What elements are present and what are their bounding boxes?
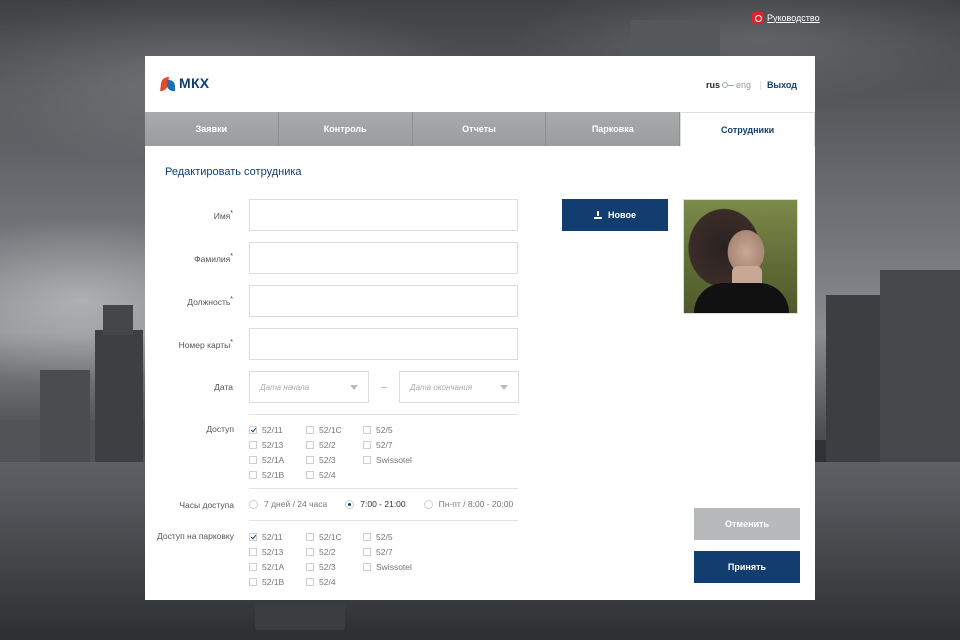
parking-checkbox[interactable]: 52/7 xyxy=(363,547,423,557)
language-switch[interactable]: rus eng xyxy=(706,80,751,90)
lang-rus[interactable]: rus xyxy=(706,80,720,90)
toggle-icon[interactable] xyxy=(721,82,734,88)
parking-checkbox[interactable]: 52/2 xyxy=(306,547,363,557)
guide-link[interactable]: Руководство xyxy=(752,12,820,23)
hours-radio-group: 7 дней / 24 часа 7:00 - 21:00 Пн-пт / 8:… xyxy=(249,499,513,509)
accept-button[interactable]: Принять xyxy=(694,551,800,583)
field-label: Должность* xyxy=(187,295,233,307)
hours-label: Часы доступа xyxy=(179,500,234,510)
logo-text: МКХ xyxy=(179,75,210,91)
parking-checkbox[interactable]: 52/4 xyxy=(306,577,363,587)
tab-requests[interactable]: Заявки xyxy=(145,112,279,146)
field-row-card-number: Номер карты* xyxy=(145,328,518,360)
end-date-select[interactable]: Дата окончания xyxy=(399,371,519,403)
parking-checkbox[interactable]: 52/5 xyxy=(363,532,423,542)
date-dash: – xyxy=(381,381,387,393)
access-checkbox[interactable]: 52/13 xyxy=(249,440,306,450)
end-date-placeholder: Дата окончания xyxy=(410,382,473,392)
lang-eng[interactable]: eng xyxy=(736,80,751,90)
access-grid: 52/11 52/1С 52/5 52/13 52/2 52/7 52/1А 5… xyxy=(249,425,423,480)
main-panel: МКХ rus eng | Выход Заявки Контроль Отче… xyxy=(145,56,815,600)
first-name-input[interactable] xyxy=(249,199,518,231)
divider xyxy=(249,520,518,521)
pdf-icon xyxy=(752,12,763,23)
card-number-input[interactable] xyxy=(249,328,518,360)
parking-checkbox[interactable]: 52/1С xyxy=(306,532,363,542)
logo[interactable]: МКХ xyxy=(160,75,210,91)
start-date-placeholder: Дата начала xyxy=(260,382,310,392)
logo-mark-icon xyxy=(160,75,176,91)
logout-link[interactable]: Выход xyxy=(767,80,797,90)
access-checkbox[interactable]: 52/1С xyxy=(306,425,363,435)
field-label: Номер карты* xyxy=(178,338,233,350)
download-icon xyxy=(594,211,603,219)
access-checkbox[interactable]: 52/1А xyxy=(249,455,306,465)
field-label: Имя* xyxy=(213,209,233,221)
start-date-select[interactable]: Дата начала xyxy=(249,371,369,403)
header-separator: | xyxy=(759,80,762,90)
hours-radio[interactable]: Пн-пт / 8:00 - 20:00 xyxy=(423,499,513,509)
parking-label: Доступ на парковку xyxy=(157,531,234,541)
chevron-down-icon xyxy=(350,384,358,390)
field-row-last-name: Фамилия* xyxy=(145,242,518,274)
access-checkbox[interactable]: 52/7 xyxy=(363,440,423,450)
position-input[interactable] xyxy=(249,285,518,317)
access-label: Доступ xyxy=(206,424,234,434)
tab-employees[interactable]: Сотрудники xyxy=(680,112,815,146)
access-checkbox[interactable]: 52/3 xyxy=(306,455,363,465)
access-checkbox[interactable]: 52/1В xyxy=(249,470,306,480)
employee-photo xyxy=(683,199,798,314)
guide-label[interactable]: Руководство xyxy=(767,13,820,23)
new-photo-button[interactable]: Новое xyxy=(562,199,668,231)
parking-grid: 52/11 52/1С 52/5 52/13 52/2 52/7 52/1А 5… xyxy=(249,532,423,587)
access-checkbox[interactable]: 52/5 xyxy=(363,425,423,435)
date-label: Дата xyxy=(214,382,233,392)
cancel-button[interactable]: Отменить xyxy=(694,508,800,540)
parking-checkbox[interactable]: Swissotel xyxy=(363,562,423,572)
parking-checkbox[interactable]: 52/3 xyxy=(306,562,363,572)
access-checkbox[interactable]: 52/11 xyxy=(249,425,306,435)
hours-radio[interactable]: 7:00 - 21:00 xyxy=(345,499,406,509)
parking-checkbox[interactable]: 52/1В xyxy=(249,577,306,587)
header: МКХ rus eng | Выход xyxy=(145,56,815,112)
page-title: Редактировать сотрудника xyxy=(165,166,302,178)
chevron-down-icon xyxy=(500,384,508,390)
parking-checkbox[interactable]: 52/11 xyxy=(249,532,306,542)
access-checkbox[interactable]: 52/2 xyxy=(306,440,363,450)
tab-bar: Заявки Контроль Отчеты Парковка Сотрудни… xyxy=(145,112,815,146)
tab-control[interactable]: Контроль xyxy=(279,112,413,146)
divider xyxy=(249,488,518,489)
date-row: Дата Дата начала – Дата окончания xyxy=(145,370,525,404)
new-photo-label: Новое xyxy=(608,210,636,220)
last-name-input[interactable] xyxy=(249,242,518,274)
hours-radio[interactable]: 7 дней / 24 часа xyxy=(249,499,327,509)
tab-reports[interactable]: Отчеты xyxy=(413,112,547,146)
parking-checkbox[interactable]: 52/1А xyxy=(249,562,306,572)
access-checkbox[interactable]: 52/4 xyxy=(306,470,363,480)
field-label: Фамилия* xyxy=(194,252,233,264)
field-row-first-name: Имя* xyxy=(145,199,518,231)
divider xyxy=(249,414,518,415)
access-checkbox[interactable]: Swissotel xyxy=(363,455,423,465)
tab-parking[interactable]: Парковка xyxy=(546,112,681,146)
parking-checkbox[interactable]: 52/13 xyxy=(249,547,306,557)
field-row-position: Должность* xyxy=(145,285,518,317)
